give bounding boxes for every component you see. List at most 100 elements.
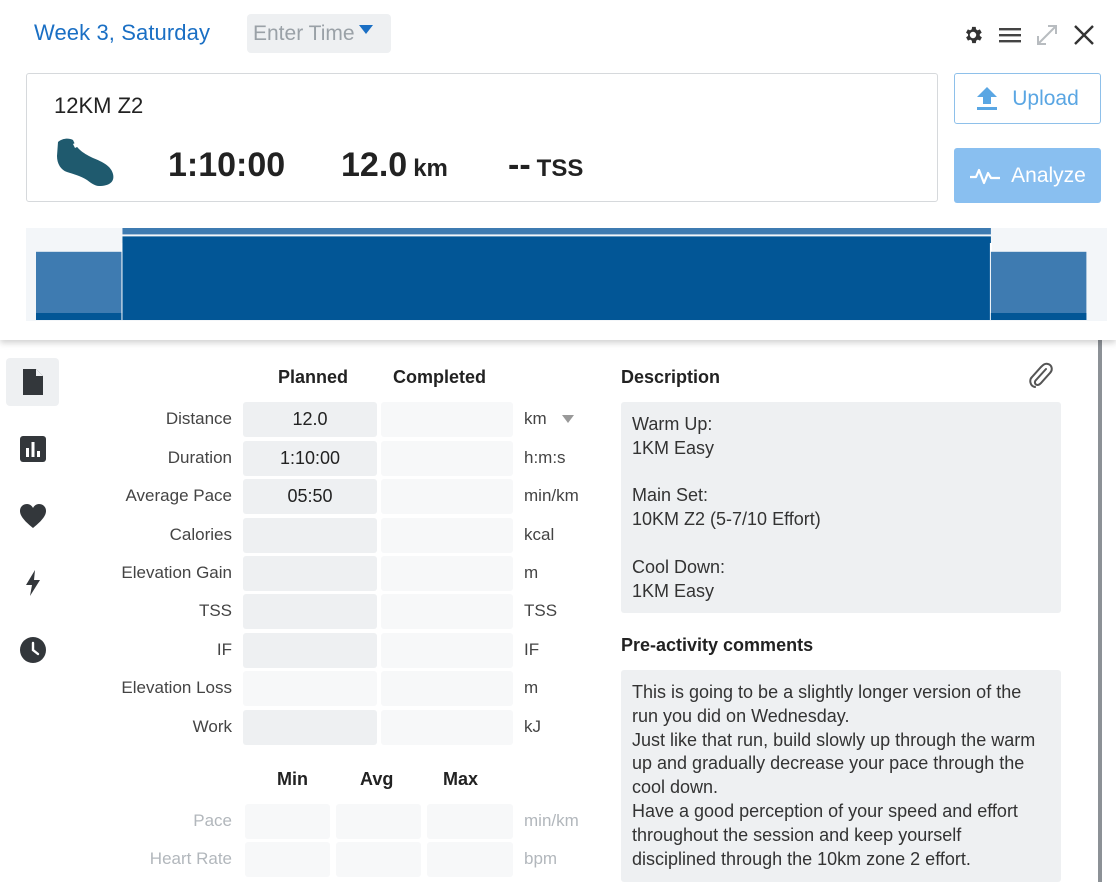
unit-dropdown-caret-icon[interactable] [562,415,574,423]
menu-icon[interactable] [997,22,1023,48]
metric-unit: IF [524,640,540,659]
metric-unit: m [524,678,539,697]
intensity-segment-warm-up[interactable] [36,251,123,320]
intensity-band-cool-down [990,313,1087,320]
analyze-button[interactable]: Analyze [954,148,1101,203]
planned-tss-input[interactable] [243,594,377,629]
pace-min-input[interactable] [245,804,330,839]
heart-icon [19,504,46,528]
sidebar-rail [6,358,60,693]
metric-unit: km [524,409,547,428]
avg-header: Avg [360,769,394,789]
completed-elevation-loss-input[interactable] [381,671,513,706]
intensity-profile-svg [36,226,1087,320]
metric-label: Calories [169,525,232,544]
metric-unit: kcal [524,525,555,544]
upload-button[interactable]: Upload [954,73,1101,124]
planned-elevation-gain-input[interactable] [243,556,377,591]
planned-header: Planned [278,367,349,387]
range-unit: min/km [524,811,579,830]
analyze-label: Analyze [1011,163,1086,187]
completed-tss-input[interactable] [381,594,513,629]
completed-calories-input[interactable] [381,518,513,553]
enter-time-dropdown[interactable]: Enter Time [247,14,391,53]
pre-activity-comments-title: Pre-activity comments [621,635,814,655]
intensity-band-main-set [122,313,991,320]
completed-work-input[interactable] [381,710,513,745]
metric-label: Elevation Gain [121,563,232,582]
heart-rate-avg-input[interactable] [336,842,421,877]
intensity-profile-chart [26,226,1107,321]
metric-label: Elevation Loss [121,678,232,697]
completed-distance-input[interactable] [381,402,513,437]
heart-rate-max-input[interactable] [427,842,513,877]
metric-label: Average Pace [125,486,232,505]
planned-duration-input[interactable]: 1:10:00 [243,441,377,476]
intensity-cap-main-set [122,226,991,235]
metric-unit: min/km [524,486,579,505]
sidebar-item-heart[interactable] [6,492,59,540]
min-header: Min [277,769,308,789]
day-title: Week 3, Saturday [34,20,211,45]
paperclip-icon[interactable] [1028,360,1054,395]
planned-distance-input[interactable]: 12.0 [243,402,377,437]
planned-duration: 1:10:00 [168,146,286,184]
heart-rate-min-input[interactable] [245,842,330,877]
range-label: Heart Rate [149,849,232,868]
running-shoe-icon [55,138,117,193]
window-controls [960,22,1097,48]
planned-distance: 12.0 km [341,146,448,185]
planned-tss: -- TSS [508,146,583,185]
intensity-band-warm-up [36,313,123,320]
metric-unit: TSS [524,601,558,620]
bar-chart-icon [19,436,46,462]
description-textarea[interactable]: Warm Up: 1KM Easy Main Set: 10KM Z2 (5-7… [621,402,1061,613]
pace-avg-input[interactable] [336,804,421,839]
close-icon[interactable] [1071,22,1097,48]
intensity-segment-cool-down[interactable] [990,251,1087,320]
lightning-icon [25,570,40,596]
caret-down-icon [358,25,373,34]
metric-label: TSS [198,601,232,620]
intensity-segment-main-set[interactable] [122,236,991,320]
metric-unit: h:m:s [524,448,566,467]
pace-max-input[interactable] [427,804,513,839]
upload-label: Upload [1012,86,1079,110]
sidebar-item-summary[interactable] [6,358,59,406]
gear-icon[interactable] [960,22,986,48]
metric-label: Duration [167,448,232,467]
metric-unit: m [524,563,539,582]
planned-calories-input[interactable] [243,518,377,553]
workout-header: Week 3, Saturday Enter Time 12KM Z2 1:10… [0,0,1116,340]
completed-header: Completed [393,367,487,387]
completed-if-input[interactable] [381,633,513,668]
clock-icon [19,637,46,663]
metric-label: Work [192,717,232,736]
metric-label: IF [216,640,232,659]
sidebar-item-power[interactable] [6,559,59,607]
planned-if-input[interactable] [243,633,377,668]
sidebar-item-charts[interactable] [6,425,59,473]
vertical-scrollbar[interactable] [1098,338,1102,882]
planned-work-input[interactable] [243,710,377,745]
completed-elevation-gain-input[interactable] [381,556,513,591]
sidebar-item-history[interactable] [6,626,59,674]
planned-elevation-loss-input[interactable] [243,671,377,706]
distance-value: 12.0 [341,146,408,184]
metric-label: Distance [165,409,232,428]
tss-value: -- [508,146,531,184]
document-icon [22,369,43,395]
planned-pace-input[interactable]: 05:50 [243,479,377,514]
tss-unit: TSS [536,155,584,182]
workout-title: 12KM Z2 [54,93,144,118]
pre-activity-comments-textarea[interactable]: This is going to be a slightly longer ve… [621,670,1061,882]
workout-summary-card: 12KM Z2 1:10:00 12.0 km -- TSS [26,73,938,202]
completed-duration-input[interactable] [381,441,513,476]
enter-time-placeholder: Enter Time [253,21,355,45]
range-label: Pace [193,811,232,830]
completed-pace-input[interactable] [381,479,513,514]
range-unit: bpm [524,849,558,868]
description-title: Description [621,367,721,387]
max-header: Max [443,769,479,789]
expand-icon[interactable] [1034,22,1060,48]
